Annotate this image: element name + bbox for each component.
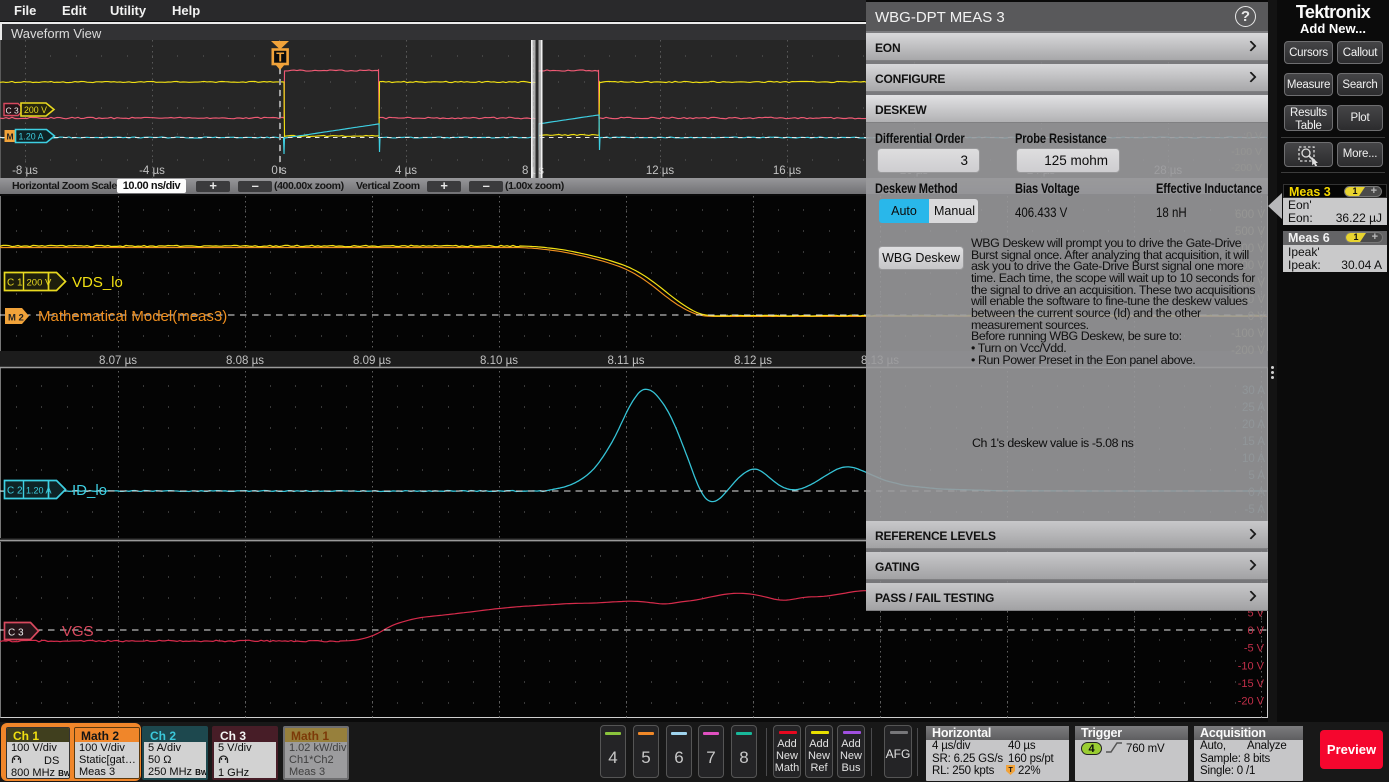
svg-text:VDS_lo: VDS_lo (72, 274, 123, 291)
svg-text:16 µs: 16 µs (773, 165, 802, 177)
svg-text:12 µs: 12 µs (646, 165, 675, 177)
svg-text:200 V: 200 V (27, 278, 52, 289)
svg-text:VGS: VGS (62, 623, 94, 640)
svg-text:M 2: M 2 (8, 313, 24, 324)
svg-text:8.09 µs: 8.09 µs (353, 355, 391, 367)
svg-text:8.11 µs: 8.11 µs (607, 355, 644, 367)
svg-text:C 3: C 3 (6, 106, 20, 116)
svg-text:ID_lo: ID_lo (72, 482, 107, 499)
svg-text:200 V: 200 V (24, 105, 47, 115)
svg-text:-10 V: -10 V (1238, 660, 1265, 672)
svg-text:0 V: 0 V (1247, 625, 1264, 637)
svg-text:-8 µs: -8 µs (12, 165, 38, 177)
svg-text:8.12 µs: 8.12 µs (734, 355, 772, 367)
svg-text:-15 V: -15 V (1238, 678, 1265, 690)
svg-text:T: T (276, 50, 284, 65)
svg-text:C 3: C 3 (8, 628, 24, 639)
svg-text:C 2: C 2 (7, 486, 23, 497)
svg-text:-4 µs: -4 µs (139, 165, 165, 177)
svg-text:Mathematical Model(meas3): Mathematical Model(meas3) (38, 308, 227, 325)
svg-text:8.08 µs: 8.08 µs (226, 355, 264, 367)
svg-text:-20 V: -20 V (1238, 696, 1265, 708)
svg-text:4 µs: 4 µs (395, 165, 417, 177)
svg-text:1.20 A: 1.20 A (19, 132, 44, 142)
svg-text:C 1: C 1 (7, 278, 23, 289)
svg-text:8.10 µs: 8.10 µs (480, 355, 518, 367)
svg-text:8.07 µs: 8.07 µs (99, 355, 137, 367)
svg-text:-5 V: -5 V (1244, 643, 1265, 655)
svg-text:1.20 A: 1.20 A (26, 486, 52, 496)
